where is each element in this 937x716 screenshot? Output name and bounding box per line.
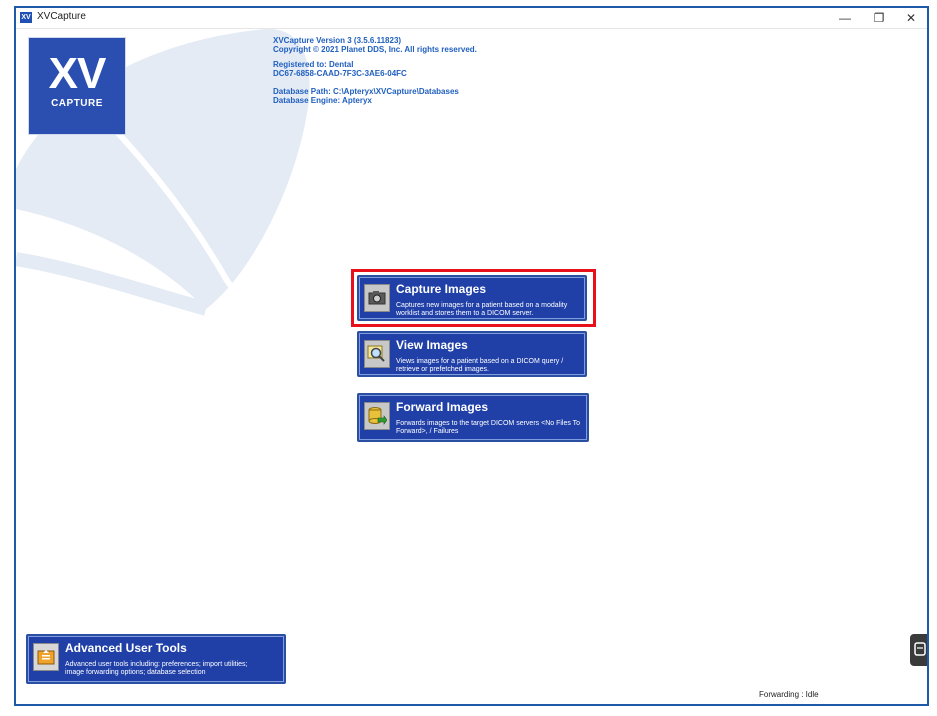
registration-code-text: DC67-6858-CAAD-7F3C-3AE6-04FC	[273, 69, 407, 78]
forward-images-label: Forward Images	[396, 400, 489, 414]
forward-images-description: Forwards images to the target DICOM serv…	[396, 420, 581, 435]
view-images-button[interactable]: View Images Views images for a patient b…	[357, 331, 587, 377]
copyright-text: Copyright © 2021 Planet DDS, Inc. All ri…	[273, 45, 477, 54]
panel-tab-icon[interactable]	[910, 634, 927, 666]
forward-images-button[interactable]: Forward Images Forwards images to the ta…	[357, 393, 589, 442]
view-images-description: Views images for a patient based on a DI…	[396, 358, 564, 373]
maximize-button[interactable]: ❐	[862, 8, 896, 28]
advanced-user-tools-button[interactable]: Advanced User Tools Advanced user tools …	[26, 634, 286, 684]
minimize-button[interactable]: —	[828, 8, 862, 28]
database-path-text: Database Path: C:\Apteryx\XVCapture\Data…	[273, 87, 459, 96]
view-images-label: View Images	[396, 338, 468, 352]
capture-images-label: Capture Images	[396, 282, 487, 296]
logo-sub-text: CAPTURE	[51, 98, 103, 109]
capture-images-description: Captures new images for a patient based …	[396, 302, 568, 317]
advanced-user-tools-description: Advanced user tools including: preferenc…	[65, 661, 248, 676]
main-area: XV CAPTURE XVCapture Version 3 (3.5.6.11…	[16, 29, 927, 704]
forwarding-status: Forwarding : Idle	[759, 690, 819, 699]
app-icon: XV	[20, 12, 32, 23]
title-bar[interactable]: XV XVCapture — ❐ ✕	[16, 8, 927, 29]
capture-images-button[interactable]: Capture Images Captures new images for a…	[357, 275, 587, 321]
screen: XV XVCapture — ❐ ✕ XV CAPTURE XVCapture …	[0, 0, 937, 716]
xv-capture-logo: XV CAPTURE	[28, 37, 126, 135]
magnifier-image-icon	[364, 340, 390, 368]
toolbox-icon	[33, 643, 59, 671]
registered-to-text: Registered to: Dental	[273, 60, 354, 69]
database-engine-text: Database Engine: Apteryx	[273, 96, 372, 105]
database-forward-icon	[364, 402, 390, 430]
close-button[interactable]: ✕	[894, 8, 927, 28]
camera-icon	[364, 284, 390, 312]
version-text: XVCapture Version 3 (3.5.6.11823)	[273, 36, 402, 45]
app-window: XV XVCapture — ❐ ✕ XV CAPTURE XVCapture …	[14, 6, 929, 706]
window-title: XVCapture	[37, 11, 86, 22]
logo-main-text: XV	[48, 49, 107, 98]
advanced-user-tools-label: Advanced User Tools	[65, 641, 187, 655]
